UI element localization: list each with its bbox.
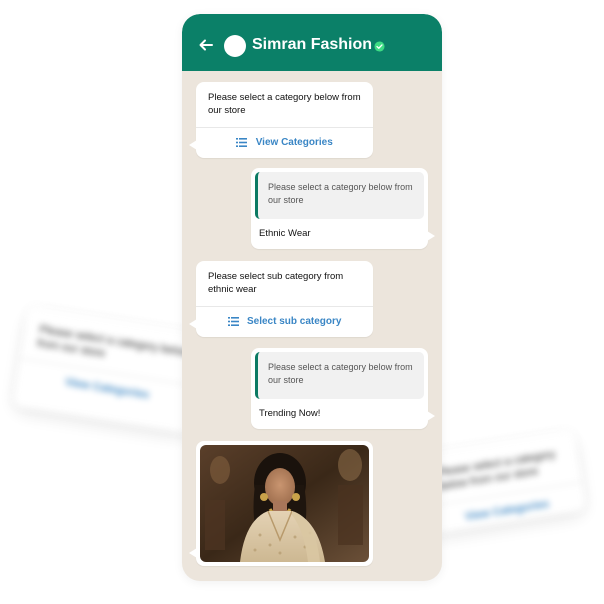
- message-text: Please select a category below from our …: [208, 92, 361, 116]
- outgoing-message: Please select a category below from our …: [251, 168, 435, 249]
- chat-header: Simran Fashion: [182, 14, 442, 71]
- product-photo-illustration: [200, 445, 369, 562]
- background-card-right: Please select a category below from our …: [419, 430, 587, 539]
- action-label: Select sub category: [246, 316, 342, 327]
- incoming-message: Please select sub category from ethnic w…: [189, 261, 373, 337]
- chat-window: Simran Fashion Please select a category …: [182, 14, 442, 581]
- incoming-message: Please select a category below from our …: [189, 82, 373, 158]
- stage: Please select a category below from our …: [0, 0, 604, 604]
- list-icon: [236, 137, 248, 147]
- message-text: Ethnic Wear: [259, 228, 311, 239]
- quoted-text: Please select a category below from our …: [268, 362, 413, 385]
- select-sub-category-button[interactable]: Select sub category: [196, 306, 373, 337]
- outgoing-message: Please select a category below from our …: [251, 348, 435, 429]
- product-photo[interactable]: [200, 445, 369, 562]
- contact-name: Simran Fashion: [252, 36, 373, 53]
- background-card-left: Please select a category below from our …: [13, 306, 207, 434]
- quoted-message: Please select a category below from our …: [255, 352, 424, 399]
- view-categories-button[interactable]: View Categories: [196, 127, 373, 158]
- quoted-text: Please select a category below from our …: [268, 182, 413, 205]
- verified-badge-icon: [374, 41, 385, 52]
- message-text: Trending Now!: [259, 408, 321, 419]
- message-text: Please select sub category from ethnic w…: [208, 271, 344, 295]
- back-arrow-icon[interactable]: [198, 37, 214, 53]
- avatar[interactable]: [224, 35, 246, 57]
- incoming-image-message: [189, 441, 373, 566]
- action-label: View Categories: [255, 137, 333, 148]
- quoted-message: Please select a category below from our …: [255, 172, 424, 219]
- list-icon: [227, 316, 239, 326]
